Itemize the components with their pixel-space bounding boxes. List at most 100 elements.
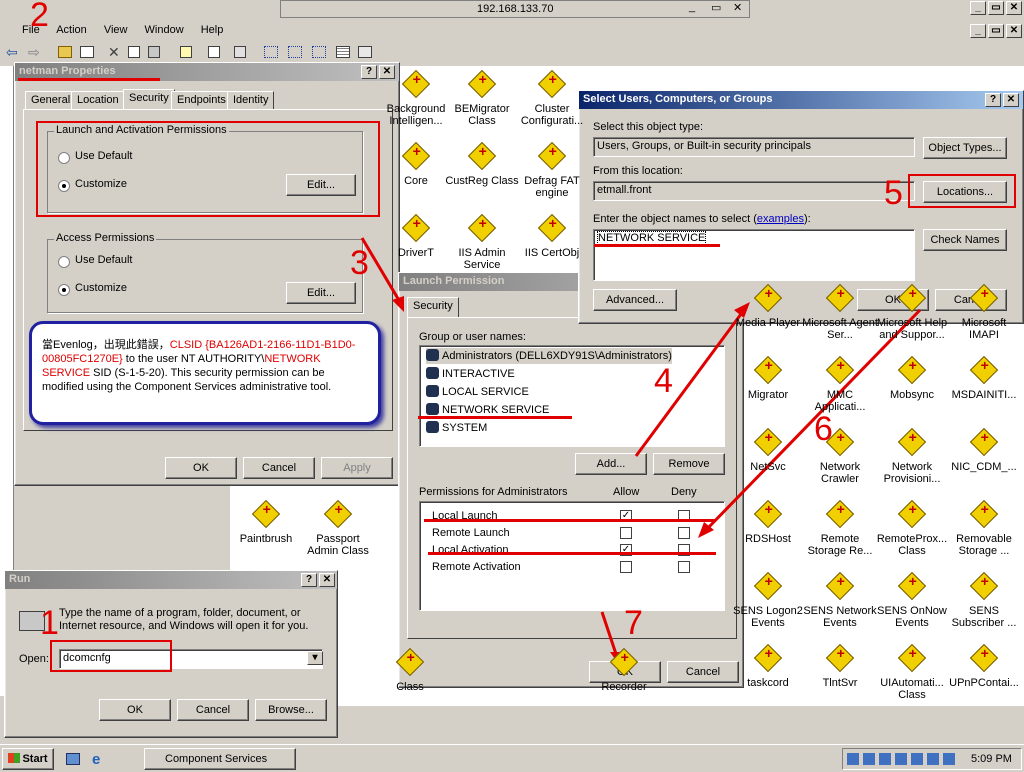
component-item[interactable]: Passport Admin Class bbox=[300, 499, 376, 557]
component-item[interactable]: RemoteProx... Class bbox=[874, 499, 950, 557]
component-label: BEMigrator Class bbox=[454, 103, 510, 127]
component-item[interactable]: DriverT bbox=[378, 213, 454, 259]
component-label: TlntSvr bbox=[822, 677, 858, 689]
component-icon bbox=[897, 499, 927, 530]
component-item[interactable]: Microsoft Agent Ser... bbox=[802, 283, 878, 341]
component-icon bbox=[401, 141, 431, 172]
component-item[interactable]: RDSHost bbox=[730, 499, 806, 545]
component-label: Mobsync bbox=[889, 389, 935, 401]
component-icon bbox=[251, 499, 281, 530]
arrowhead-3 bbox=[392, 296, 404, 312]
component-label: RDSHost bbox=[745, 533, 791, 545]
component-label: Passport Admin Class bbox=[307, 533, 369, 557]
step-2: 2 bbox=[30, 0, 49, 34]
component-icon bbox=[897, 427, 927, 458]
component-label: SENS OnNow Events bbox=[877, 605, 947, 629]
component-label: Background Intelligen... bbox=[386, 103, 446, 127]
component-icon bbox=[537, 69, 567, 100]
component-item[interactable]: Paintbrush bbox=[228, 499, 304, 545]
component-item[interactable]: Remote Storage Re... bbox=[802, 499, 878, 557]
component-label: Microsoft Help and Suppor... bbox=[876, 317, 948, 341]
component-label: SENS Subscriber ... bbox=[951, 605, 1017, 629]
component-label: NIC_CDM_... bbox=[951, 461, 1017, 473]
component-item[interactable]: Network Provisioni... bbox=[874, 427, 950, 485]
component-icon bbox=[897, 283, 927, 314]
component-item[interactable]: IIS Admin Service bbox=[444, 213, 520, 271]
component-icon bbox=[401, 69, 431, 100]
component-item[interactable]: SENS OnNow Events bbox=[874, 571, 950, 629]
component-label: Remote Storage Re... bbox=[807, 533, 873, 557]
component-item[interactable]: SENS Logon2 Events bbox=[730, 571, 806, 629]
step-4: 4 bbox=[654, 362, 673, 400]
component-icon bbox=[969, 427, 999, 458]
component-item[interactable]: UIAutomati... Class bbox=[874, 643, 950, 701]
component-item[interactable]: Mobsync bbox=[874, 355, 950, 401]
component-icon bbox=[825, 355, 855, 386]
component-item[interactable]: Defrag FAT engine bbox=[514, 141, 590, 199]
component-item[interactable]: CustReg Class bbox=[444, 141, 520, 187]
component-icon bbox=[825, 283, 855, 314]
component-label: IIS Admin Service bbox=[458, 247, 506, 271]
component-item[interactable]: Background Intelligen... bbox=[378, 69, 454, 127]
component-label: Network Provisioni... bbox=[883, 461, 941, 485]
component-label: Microsoft Agent Ser... bbox=[802, 317, 878, 341]
component-item[interactable]: Class bbox=[372, 647, 448, 693]
component-icon bbox=[395, 647, 425, 678]
component-label: SENS Logon2 Events bbox=[733, 605, 803, 629]
component-item[interactable]: SENS Subscriber ... bbox=[946, 571, 1022, 629]
component-item[interactable]: SENS Network Events bbox=[802, 571, 878, 629]
component-label: SENS Network Events bbox=[803, 605, 877, 629]
component-item[interactable]: NetSvc bbox=[730, 427, 806, 473]
component-item[interactable]: Network Crawler bbox=[802, 427, 878, 485]
component-icon bbox=[467, 69, 497, 100]
component-label: Removable Storage ... bbox=[956, 533, 1012, 557]
component-label: Cluster Configurati... bbox=[520, 103, 584, 127]
component-icon bbox=[323, 499, 353, 530]
component-icon bbox=[825, 571, 855, 602]
component-icon bbox=[609, 647, 639, 678]
component-label: Recorder bbox=[601, 681, 647, 693]
component-icon bbox=[753, 355, 783, 386]
component-item[interactable]: Cluster Configurati... bbox=[514, 69, 590, 127]
component-label: Core bbox=[404, 175, 428, 187]
component-icon bbox=[825, 499, 855, 530]
component-icon bbox=[467, 213, 497, 244]
component-label: DriverT bbox=[397, 247, 435, 259]
component-icon bbox=[753, 643, 783, 674]
component-label: Class bbox=[396, 681, 424, 693]
component-item[interactable]: Removable Storage ... bbox=[946, 499, 1022, 557]
component-icon bbox=[753, 427, 783, 458]
component-item[interactable]: MSDAINITI... bbox=[946, 355, 1022, 401]
component-label: UIAutomati... Class bbox=[880, 677, 944, 701]
step-7: 7 bbox=[624, 604, 643, 642]
component-icon bbox=[825, 643, 855, 674]
component-item[interactable]: BEMigrator Class bbox=[444, 69, 520, 127]
component-icon bbox=[825, 427, 855, 458]
component-item[interactable]: MMC Applicati... bbox=[802, 355, 878, 413]
component-icon bbox=[897, 571, 927, 602]
component-icon bbox=[969, 571, 999, 602]
component-item[interactable]: Migrator bbox=[730, 355, 806, 401]
step-5: 5 bbox=[884, 174, 903, 212]
component-item[interactable]: IIS CertObj bbox=[514, 213, 590, 259]
component-label: Microsoft IMAPI bbox=[961, 317, 1007, 341]
component-icon bbox=[969, 643, 999, 674]
step-1: 1 bbox=[40, 604, 59, 642]
component-icon bbox=[969, 355, 999, 386]
component-item[interactable]: TlntSvr bbox=[802, 643, 878, 689]
component-item[interactable]: NIC_CDM_... bbox=[946, 427, 1022, 473]
component-label: Network Crawler bbox=[819, 461, 861, 485]
component-item[interactable]: Recorder bbox=[586, 647, 662, 693]
component-item[interactable]: taskcord bbox=[730, 643, 806, 689]
component-label: Defrag FAT engine bbox=[524, 175, 580, 199]
component-item[interactable]: Microsoft Help and Suppor... bbox=[874, 283, 950, 341]
component-item[interactable]: UPnPContai... bbox=[946, 643, 1022, 689]
component-icon bbox=[753, 571, 783, 602]
component-label: MSDAINITI... bbox=[951, 389, 1017, 401]
component-item[interactable]: Media Player bbox=[730, 283, 806, 329]
arrow-4 bbox=[634, 309, 746, 457]
component-item[interactable]: Microsoft IMAPI bbox=[946, 283, 1022, 341]
component-item[interactable]: Core bbox=[378, 141, 454, 187]
component-icon bbox=[969, 499, 999, 530]
component-label: MMC Applicati... bbox=[814, 389, 866, 413]
